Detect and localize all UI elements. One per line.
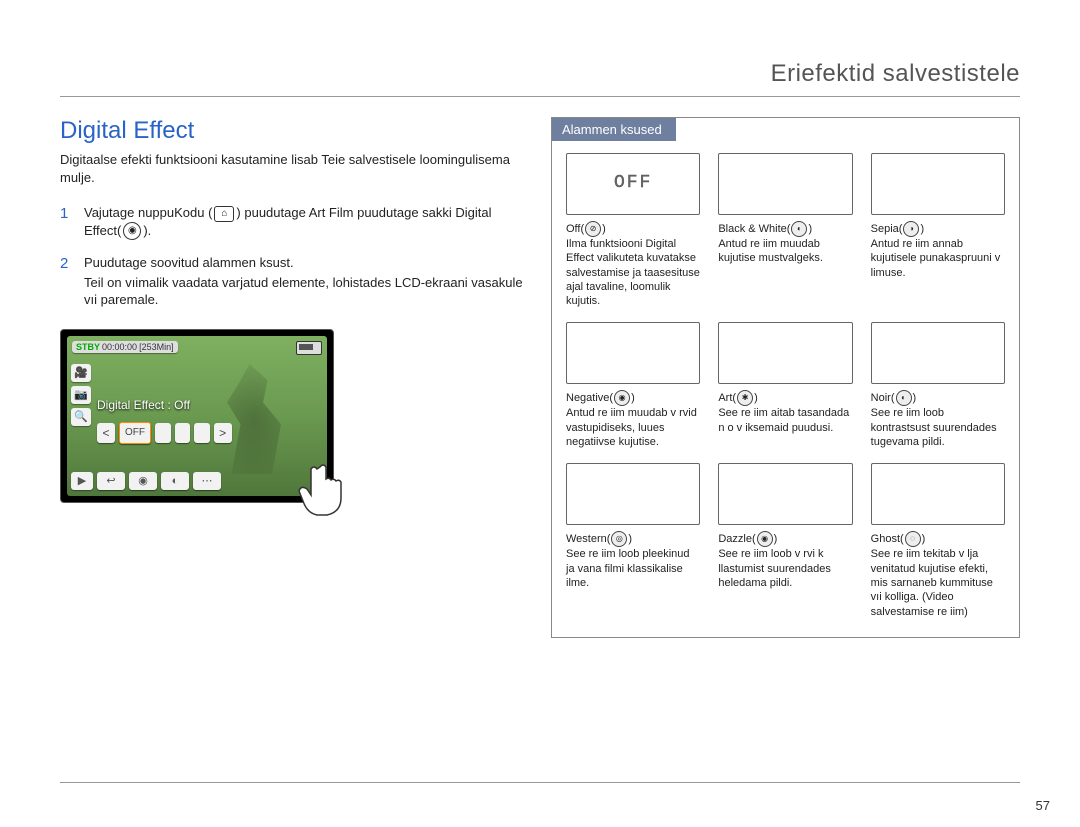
steps-list: Vajutage nuppuKodu (⌂) puudutage Art Fil… bbox=[60, 204, 527, 309]
option-desc: Ilma funktsiooni Digital Effect valikute… bbox=[566, 238, 700, 307]
device-screen: STBY 00:00:00 [253Min] 🎥 📷 🔍 ▶ Digital E… bbox=[67, 336, 327, 496]
step-1-text-c: ). bbox=[143, 223, 151, 238]
prev-arrow[interactable]: < bbox=[97, 423, 115, 443]
option-sepia: Sepia(◑) Antud re iim annab kujutisele pu… bbox=[871, 153, 1005, 308]
effect-icon: ◉ bbox=[123, 222, 141, 240]
option-glyph-icon: ◉ bbox=[757, 531, 773, 547]
bottom-btn-3[interactable]: ◐ bbox=[161, 472, 189, 490]
stby-label: STBY bbox=[76, 342, 100, 352]
option-noir: Noir(◐) See re iim loob kontrastsust suur… bbox=[871, 322, 1005, 449]
option-title: Dazzle(◉) bbox=[718, 533, 777, 545]
step-2-text-b: Teil on vıimalik vaadata varjatud elemen… bbox=[84, 274, 527, 309]
chapter-title: Eriefektid salvestistele bbox=[60, 60, 1020, 88]
side-icons: 🎥 📷 🔍 bbox=[71, 364, 91, 426]
option-negative: Negative(◉) Antud re iim muudab v rvid va… bbox=[566, 322, 700, 449]
effect-chip-2[interactable] bbox=[175, 423, 191, 443]
manual-page: Eriefektid salvestistele Digital Effect … bbox=[0, 0, 1080, 827]
option-thumb bbox=[566, 463, 700, 525]
option-thumb bbox=[566, 322, 700, 384]
silhouette bbox=[209, 364, 299, 474]
options-grid: OFF Off(⊘) Ilma funktsiooni Digital Effect… bbox=[552, 141, 1019, 627]
zoom-icon[interactable]: 🔍 bbox=[71, 408, 91, 426]
option-title: Off(⊘) bbox=[566, 223, 606, 235]
bottom-btn-2[interactable]: ◉ bbox=[129, 472, 157, 490]
option-glyph-icon: ⊘ bbox=[585, 221, 601, 237]
option-thumb bbox=[718, 322, 852, 384]
page-number: 57 bbox=[1036, 798, 1050, 813]
divider bbox=[60, 96, 1020, 97]
option-glyph-icon: ◐ bbox=[896, 390, 912, 406]
option-glyph-icon: ◎ bbox=[611, 531, 627, 547]
step-2-text-a: Puudutage soovitud alammen ksust. bbox=[84, 255, 294, 270]
option-desc: See re iim tekitab v lja venitatud kujut… bbox=[871, 548, 993, 617]
option-glyph-icon: ◉ bbox=[614, 390, 630, 406]
option-glyph-icon: ◐ bbox=[791, 221, 807, 237]
battery-icon bbox=[296, 341, 322, 355]
option-title: Black & White(◐) bbox=[718, 223, 812, 235]
effect-chip-1[interactable] bbox=[155, 423, 171, 443]
time-label: 00:00:00 bbox=[102, 342, 137, 352]
option-black-white: Black & White(◐) Antud re iim muudab kuju… bbox=[718, 153, 852, 308]
option-ghost: Ghost(◌) See re iim tekitab v lja venitat… bbox=[871, 463, 1005, 618]
option-desc: See re iim loob v rvi k llastumist suure… bbox=[718, 548, 831, 589]
option-title: Sepia(◑) bbox=[871, 223, 924, 235]
video-mode-icon[interactable]: 🎥 bbox=[71, 364, 91, 382]
option-thumb bbox=[718, 463, 852, 525]
step-2: Puudutage soovitud alammen ksust. Teil o… bbox=[60, 254, 527, 309]
option-thumb: OFF bbox=[566, 153, 700, 215]
step-1-text-a: Vajutage nuppuKodu ( bbox=[84, 205, 212, 220]
home-icon: ⌂ bbox=[214, 206, 234, 222]
option-desc: Antud re iim annab kujutisele punakaspru… bbox=[871, 238, 1001, 279]
option-title: Noir(◐) bbox=[871, 392, 917, 404]
option-desc: Antud re iim muudab v rvid vastupidiseks… bbox=[566, 407, 697, 448]
effect-line-label: Digital Effect : Off bbox=[97, 398, 190, 412]
content-columns: Digital Effect Digitaalse efekti funktsi… bbox=[60, 117, 1020, 638]
photo-mode-icon[interactable]: 📷 bbox=[71, 386, 91, 404]
option-title: Negative(◉) bbox=[566, 392, 635, 404]
play-icon[interactable]: ▶ bbox=[71, 472, 93, 490]
effects-carousel: < OFF > bbox=[97, 422, 232, 444]
status-pill: STBY 00:00:00 [253Min] bbox=[72, 341, 178, 353]
option-glyph-icon: ◑ bbox=[903, 221, 919, 237]
option-title: Western(◎) bbox=[566, 533, 632, 545]
option-desc: See re iim loob kontrastsust suurendades… bbox=[871, 407, 997, 448]
remain-label: [253Min] bbox=[139, 342, 174, 352]
option-off: OFF Off(⊘) Ilma funktsiooni Digital Effect… bbox=[566, 153, 700, 308]
intro-text: Digitaalse efekti funktsiooni kasutamine… bbox=[60, 151, 527, 186]
right-column: Alammen ksused OFF Off(⊘) Ilma funktsiooni… bbox=[551, 117, 1020, 638]
option-thumb bbox=[718, 153, 852, 215]
section-title: Digital Effect bbox=[60, 117, 527, 145]
option-thumb bbox=[871, 322, 1005, 384]
touch-hand-icon bbox=[295, 459, 355, 524]
bottom-btn-4[interactable]: ⋯ bbox=[193, 472, 221, 490]
effect-chip-off[interactable]: OFF bbox=[119, 422, 151, 444]
bottom-btn-1[interactable]: ↩ bbox=[97, 472, 125, 490]
option-thumb bbox=[871, 463, 1005, 525]
option-art: Art(✱) See re iim aitab tasandada n o v i… bbox=[718, 322, 852, 449]
footer-divider bbox=[60, 782, 1020, 783]
option-desc: Antud re iim muudab kujutise mustvalgeks… bbox=[718, 238, 823, 264]
next-arrow[interactable]: > bbox=[214, 423, 232, 443]
option-title: Art(✱) bbox=[718, 392, 757, 404]
device-mockup: STBY 00:00:00 [253Min] 🎥 📷 🔍 ▶ Digital E… bbox=[60, 329, 334, 503]
option-thumb bbox=[871, 153, 1005, 215]
left-column: Digital Effect Digitaalse efekti funktsi… bbox=[60, 117, 527, 638]
option-desc: See re iim loob pleekinud ja vana filmi … bbox=[566, 548, 690, 589]
option-dazzle: Dazzle(◉) See re iim loob v rvi k llastum… bbox=[718, 463, 852, 618]
step-1: Vajutage nuppuKodu (⌂) puudutage Art Fil… bbox=[60, 204, 527, 240]
option-desc: See re iim aitab tasandada n o v iksemai… bbox=[718, 407, 849, 433]
option-title: Ghost(◌) bbox=[871, 533, 926, 545]
option-glyph-icon: ✱ bbox=[737, 390, 753, 406]
bottom-row: ↩ ◉ ◐ ⋯ bbox=[97, 472, 221, 490]
option-western: Western(◎) See re iim loob pleekinud ja v… bbox=[566, 463, 700, 618]
effect-chip-3[interactable] bbox=[194, 423, 210, 443]
option-glyph-icon: ◌ bbox=[905, 531, 921, 547]
submenu-heading: Alammen ksused bbox=[552, 118, 676, 141]
